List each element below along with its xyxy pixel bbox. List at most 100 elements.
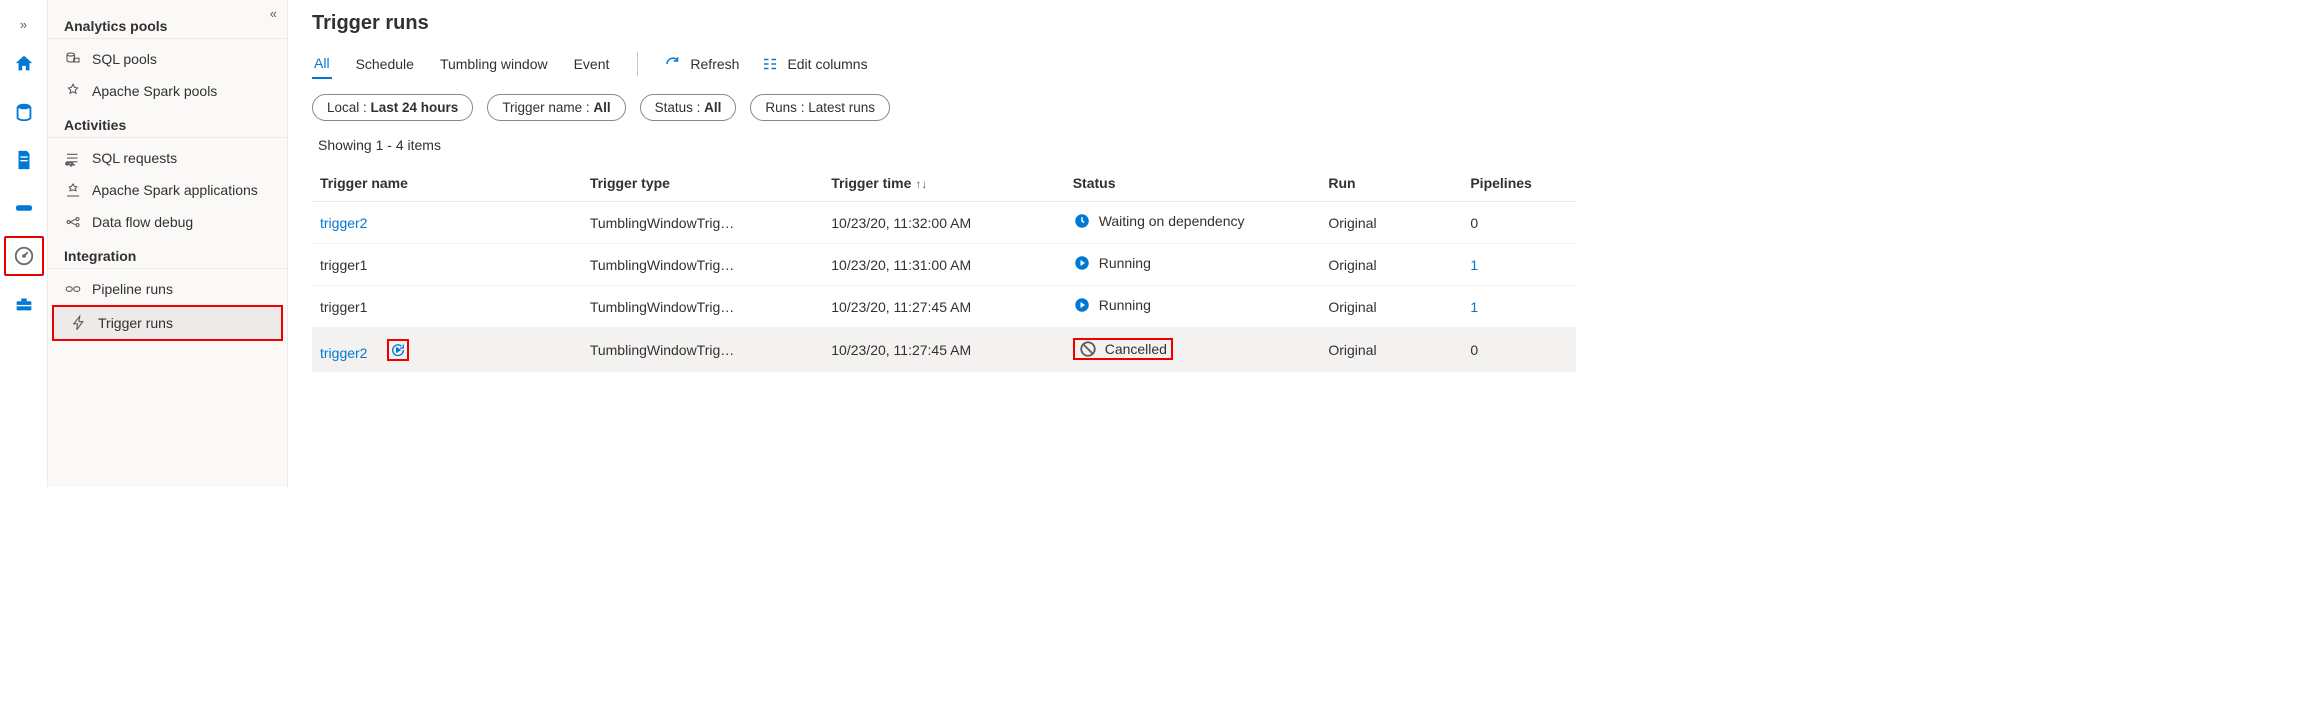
table-row[interactable]: trigger1 TumblingWindowTrig… 10/23/20, 1… xyxy=(312,244,1576,286)
status-cell: Cancelled xyxy=(1065,328,1321,372)
rail-home[interactable] xyxy=(4,44,44,84)
toolbox-icon xyxy=(13,293,35,315)
spark-pools-icon xyxy=(64,82,82,100)
rail-monitor[interactable] xyxy=(4,236,44,276)
status-text: Cancelled xyxy=(1105,341,1167,357)
side-group-activities: Activities xyxy=(48,107,287,138)
status-waiting-icon xyxy=(1073,212,1091,230)
filter-trigger-name[interactable]: Trigger name : All xyxy=(487,94,625,121)
run-cell: Original xyxy=(1320,244,1462,286)
sql-pools-icon xyxy=(64,50,82,68)
sidebar-item-pipeline-runs[interactable]: Pipeline runs xyxy=(48,273,287,305)
refresh-icon xyxy=(664,55,682,73)
sidebar-item-spark-apps[interactable]: Apache Spark applications xyxy=(48,174,287,206)
spark-apps-icon xyxy=(64,181,82,199)
sidebar-item-spark-pools[interactable]: Apache Spark pools xyxy=(48,75,287,107)
rerun-icon[interactable] xyxy=(387,339,409,361)
status-text: Waiting on dependency xyxy=(1099,213,1245,229)
showing-count: Showing 1 - 4 items xyxy=(312,131,1576,165)
tab-event[interactable]: Event xyxy=(572,50,612,78)
sidebar-item-label: Trigger runs xyxy=(98,315,173,331)
status-text: Running xyxy=(1099,255,1151,271)
pipeline-icon xyxy=(13,197,35,219)
sort-icon: ↑↓ xyxy=(915,177,927,191)
trigger-runs-icon xyxy=(70,314,88,332)
edit-columns-button[interactable]: Edit columns xyxy=(761,55,867,73)
tab-schedule[interactable]: Schedule xyxy=(354,50,416,78)
status-cell: Running xyxy=(1065,286,1321,328)
trigger-name-cell: trigger1 xyxy=(320,299,367,315)
page-title: Trigger runs xyxy=(312,12,1576,35)
filter-pills: Local : Last 24 hours Trigger name : All… xyxy=(312,94,1576,121)
trigger-type-cell: TumblingWindowTrig… xyxy=(582,286,823,328)
pipelines-cell[interactable]: 1 xyxy=(1470,299,1478,315)
status-cell: Waiting on dependency xyxy=(1065,202,1321,244)
expand-rail-button[interactable]: » xyxy=(20,8,27,40)
table-row[interactable]: trigger2 TumblingWindowTrig… 10/23/20, 1… xyxy=(312,202,1576,244)
table-row[interactable]: trigger2 TumblingWindowTrig… 10/23/20, 1… xyxy=(312,328,1576,372)
col-trigger-time[interactable]: Trigger time↑↓ xyxy=(823,165,1064,202)
status-cancelled-icon xyxy=(1079,340,1097,358)
sidebar-item-label: Pipeline runs xyxy=(92,281,173,297)
tab-tumbling-window[interactable]: Tumbling window xyxy=(438,50,550,78)
col-trigger-name[interactable]: Trigger name xyxy=(312,165,582,202)
nav-rail: » xyxy=(0,0,48,487)
pipeline-runs-icon xyxy=(64,280,82,298)
col-trigger-type[interactable]: Trigger type xyxy=(582,165,823,202)
sidebar-item-sql-requests[interactable]: SQL SQL requests xyxy=(48,142,287,174)
pipelines-cell: 0 xyxy=(1470,215,1478,231)
edit-columns-icon xyxy=(761,55,779,73)
trigger-type-cell: TumblingWindowTrig… xyxy=(582,244,823,286)
home-icon xyxy=(13,53,35,75)
side-group-analytics: Analytics pools xyxy=(48,8,287,39)
sidebar-item-label: Apache Spark pools xyxy=(92,83,217,99)
trigger-time-cell: 10/23/20, 11:32:00 AM xyxy=(823,202,1064,244)
filter-runs[interactable]: Runs : Latest runs xyxy=(750,94,890,121)
filter-time-range[interactable]: Local : Last 24 hours xyxy=(312,94,473,121)
trigger-type-cell: TumblingWindowTrig… xyxy=(582,328,823,372)
sidebar-item-sql-pools[interactable]: SQL pools xyxy=(48,43,287,75)
status-running-icon xyxy=(1073,296,1091,314)
side-group-integration: Integration xyxy=(48,238,287,269)
pipelines-cell: 0 xyxy=(1470,342,1478,358)
edit-columns-label: Edit columns xyxy=(787,56,867,72)
sidebar-item-trigger-runs[interactable]: Trigger runs xyxy=(52,305,283,341)
trigger-name-cell[interactable]: trigger2 xyxy=(320,345,367,361)
rail-integrate[interactable] xyxy=(4,188,44,228)
table-row[interactable]: trigger1 TumblingWindowTrig… 10/23/20, 1… xyxy=(312,286,1576,328)
trigger-time-cell: 10/23/20, 11:27:45 AM xyxy=(823,286,1064,328)
col-pipelines[interactable]: Pipelines xyxy=(1462,165,1576,202)
sidebar-item-label: Data flow debug xyxy=(92,214,193,230)
refresh-button[interactable]: Refresh xyxy=(664,55,739,73)
sidebar-item-label: SQL requests xyxy=(92,150,177,166)
svg-text:SQL: SQL xyxy=(66,161,76,166)
trigger-name-cell[interactable]: trigger2 xyxy=(320,215,367,231)
rail-data[interactable] xyxy=(4,92,44,132)
sql-requests-icon: SQL xyxy=(64,149,82,167)
document-icon xyxy=(13,149,35,171)
tabs-row: All Schedule Tumbling window Event Refre… xyxy=(312,49,1576,80)
trigger-time-cell: 10/23/20, 11:27:45 AM xyxy=(823,328,1064,372)
filter-status[interactable]: Status : All xyxy=(640,94,737,121)
side-panel: « Analytics pools SQL pools Apache Spark… xyxy=(48,0,288,487)
pipelines-cell[interactable]: 1 xyxy=(1470,257,1478,273)
sidebar-item-label: Apache Spark applications xyxy=(92,182,258,198)
trigger-name-cell: trigger1 xyxy=(320,257,367,273)
monitor-gauge-icon xyxy=(13,245,35,267)
status-running-icon xyxy=(1073,254,1091,272)
rail-manage[interactable] xyxy=(4,284,44,324)
rail-develop[interactable] xyxy=(4,140,44,180)
run-cell: Original xyxy=(1320,328,1462,372)
collapse-side-button[interactable]: « xyxy=(270,6,277,21)
trigger-type-cell: TumblingWindowTrig… xyxy=(582,202,823,244)
status-text: Running xyxy=(1099,297,1151,313)
run-cell: Original xyxy=(1320,202,1462,244)
main-content: Trigger runs All Schedule Tumbling windo… xyxy=(288,0,1600,487)
sidebar-item-label: SQL pools xyxy=(92,51,157,67)
tab-all[interactable]: All xyxy=(312,49,332,79)
col-status[interactable]: Status xyxy=(1065,165,1321,202)
col-run[interactable]: Run xyxy=(1320,165,1462,202)
dataflow-debug-icon xyxy=(64,213,82,231)
refresh-label: Refresh xyxy=(690,56,739,72)
sidebar-item-dataflow-debug[interactable]: Data flow debug xyxy=(48,206,287,238)
